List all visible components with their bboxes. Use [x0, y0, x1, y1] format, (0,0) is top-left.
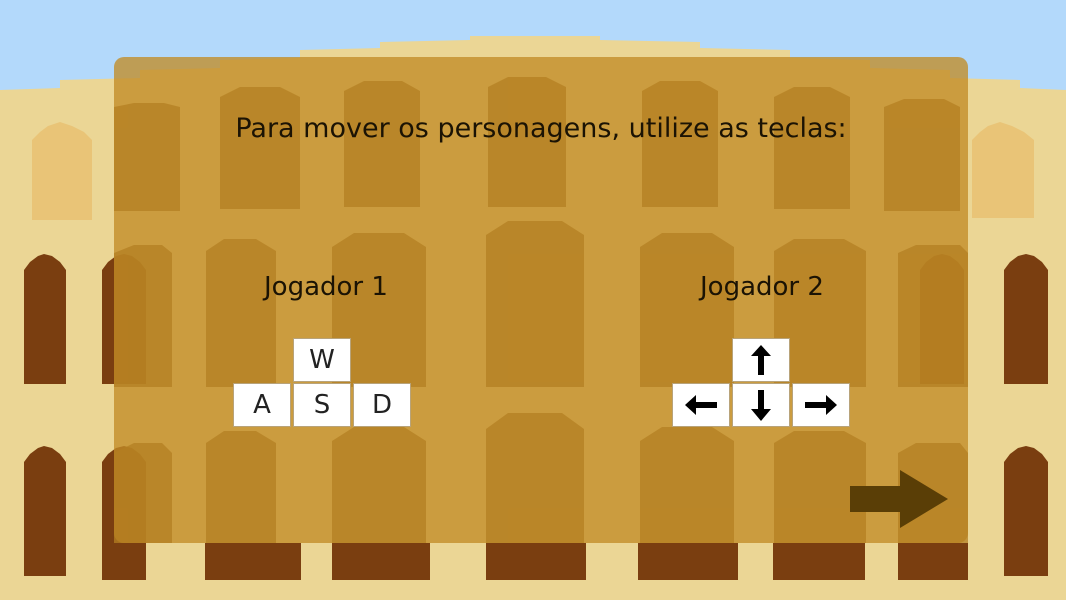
- arrow-up-icon: [751, 345, 771, 375]
- key-arrow-up: [732, 338, 790, 382]
- key-arrow-right: [792, 383, 850, 427]
- arrow-down-icon: [751, 390, 771, 421]
- arrow-right-icon: [850, 470, 948, 528]
- key-arrow-left: [672, 383, 730, 427]
- key-a: A: [233, 383, 291, 427]
- next-button[interactable]: [850, 470, 948, 528]
- key-d: D: [353, 383, 411, 427]
- arrow-right-icon: [805, 395, 837, 415]
- key-arrow-down: [732, 383, 790, 427]
- key-w: W: [293, 338, 351, 382]
- player1-label: Jogador 1: [264, 272, 388, 302]
- key-s: S: [293, 383, 351, 427]
- arrow-left-icon: [685, 395, 717, 415]
- player2-label: Jogador 2: [700, 272, 824, 302]
- instructions-panel: Para mover os personagens, utilize as te…: [114, 57, 968, 543]
- instructions-title: Para mover os personagens, utilize as te…: [235, 113, 847, 144]
